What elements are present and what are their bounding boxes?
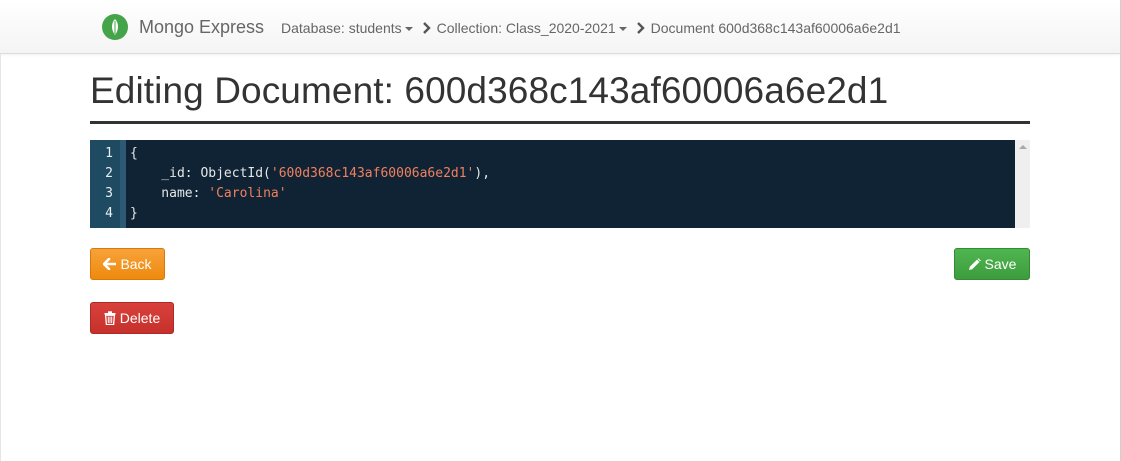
brand-link[interactable]: Mongo Express	[102, 14, 264, 40]
code-line: _id: ObjectId('600d368c143af60006a6e2d1'…	[130, 164, 490, 184]
line-number: 3	[105, 186, 113, 201]
save-label: Save	[984, 256, 1017, 272]
code-text: }	[130, 206, 138, 221]
title-divider	[90, 121, 1030, 124]
page-title: Editing Document: 600d368c143af60006a6e2…	[90, 70, 889, 111]
code-string: 'Carolina'	[208, 186, 287, 201]
trash-icon	[104, 311, 116, 325]
code-text: _id: ObjectId(	[130, 166, 271, 181]
code-line: name: 'Carolina'	[130, 184, 490, 204]
breadcrumb-document-label: Document 600d368c143af60006a6e2d1	[650, 20, 901, 36]
delete-button[interactable]: Delete	[90, 302, 174, 334]
code-text: ),	[474, 166, 491, 181]
breadcrumb-database[interactable]: Database: students	[281, 20, 413, 36]
gutter-edge	[120, 140, 126, 228]
code-line: }	[130, 204, 490, 224]
breadcrumb-document: Document 600d368c143af60006a6e2d1	[651, 20, 901, 36]
chevron-right-icon	[634, 21, 648, 35]
breadcrumb: Database: students Collection: Class_202…	[281, 18, 901, 38]
caret-down-icon	[404, 27, 413, 31]
pencil-icon	[968, 257, 981, 271]
breadcrumb-collection-label: Collection: Class_2020-2021	[436, 20, 616, 36]
save-button[interactable]: Save	[954, 248, 1030, 280]
code-line: {	[130, 144, 490, 164]
line-number: 1	[105, 146, 113, 161]
arrow-left-icon	[103, 258, 117, 270]
leaf-icon	[102, 14, 128, 40]
line-number: 2	[105, 166, 113, 181]
chevron-right-icon	[420, 21, 434, 35]
delete-label: Delete	[119, 310, 161, 326]
editor-scrollbar[interactable]	[1015, 140, 1030, 228]
code-string: '600d368c143af60006a6e2d1'	[270, 166, 475, 181]
line-number: 4	[105, 206, 113, 221]
scroll-up-icon[interactable]	[1019, 145, 1027, 149]
code-area[interactable]: { _id: ObjectId('600d368c143af60006a6e2d…	[130, 144, 490, 224]
breadcrumb-collection[interactable]: Collection: Class_2020-2021	[437, 20, 627, 36]
brand-name: Mongo Express	[139, 16, 265, 37]
line-number-gutter: 1 2 3 4	[90, 140, 120, 228]
caret-down-icon	[618, 27, 627, 31]
code-text: {	[130, 146, 138, 161]
back-button[interactable]: Back	[90, 248, 165, 280]
document-editor[interactable]: 1 2 3 4 { _id: ObjectId('600d368c143af60…	[90, 140, 1015, 228]
page-border-left	[0, 0, 1, 461]
back-label: Back	[120, 256, 152, 272]
breadcrumb-database-label: Database: students	[281, 20, 402, 36]
code-text: name:	[130, 186, 209, 201]
navbar: Mongo Express Database: students Collect…	[0, 0, 1120, 54]
